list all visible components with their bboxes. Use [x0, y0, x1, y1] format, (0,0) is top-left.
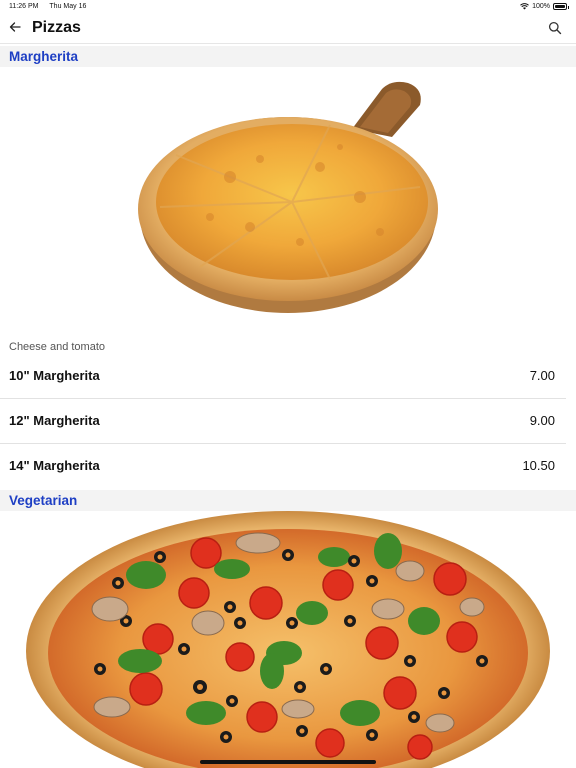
- arrow-left-icon: [9, 22, 21, 32]
- section-description: Cheese and tomato: [9, 341, 106, 353]
- menu-item-row[interactable]: 12" Margherita 9.00: [0, 399, 566, 444]
- status-bar: 11:26 PM Thu May 16 100%: [0, 0, 576, 14]
- section-header-vegetarian: Vegetarian: [0, 490, 576, 511]
- status-right: 100%: [520, 3, 569, 10]
- nav-bar: Pizzas: [0, 14, 576, 44]
- back-arrow-icon[interactable]: [7, 20, 23, 36]
- page-title: Pizzas: [32, 19, 81, 36]
- menu-item-name: 10" Margherita: [9, 368, 100, 383]
- section-title-margherita: Margherita: [9, 49, 79, 64]
- menu-item-name: 12" Margherita: [9, 413, 100, 428]
- menu-item-row[interactable]: 14" Margherita 10.50: [0, 444, 566, 489]
- status-date: Thu May 16: [49, 3, 87, 10]
- wifi-icon: [520, 3, 529, 10]
- menu-item-name: 14" Margherita: [9, 458, 100, 473]
- section-title-vegetarian: Vegetarian: [9, 493, 78, 508]
- status-left: 11:26 PM Thu May 16: [9, 3, 86, 10]
- battery-icon: [553, 3, 569, 10]
- menu-item-row[interactable]: 10" Margherita 7.00: [0, 354, 566, 399]
- menu-item-price: 7.00: [529, 368, 555, 383]
- search-icon[interactable]: [548, 21, 562, 35]
- margherita-pizza-image: [138, 81, 438, 313]
- vegetarian-photo: [0, 511, 576, 768]
- menu-item-price: 9.00: [529, 413, 555, 428]
- margherita-photo: [0, 67, 576, 333]
- home-indicator[interactable]: [200, 760, 376, 764]
- status-time: 11:26 PM: [9, 3, 39, 10]
- menu-item-price: 10.50: [522, 458, 555, 473]
- battery-percent: 100%: [532, 3, 550, 10]
- battery-fill: [555, 5, 565, 8]
- section-header-margherita: Margherita: [0, 46, 576, 67]
- vegetarian-pizza-image: [26, 511, 550, 768]
